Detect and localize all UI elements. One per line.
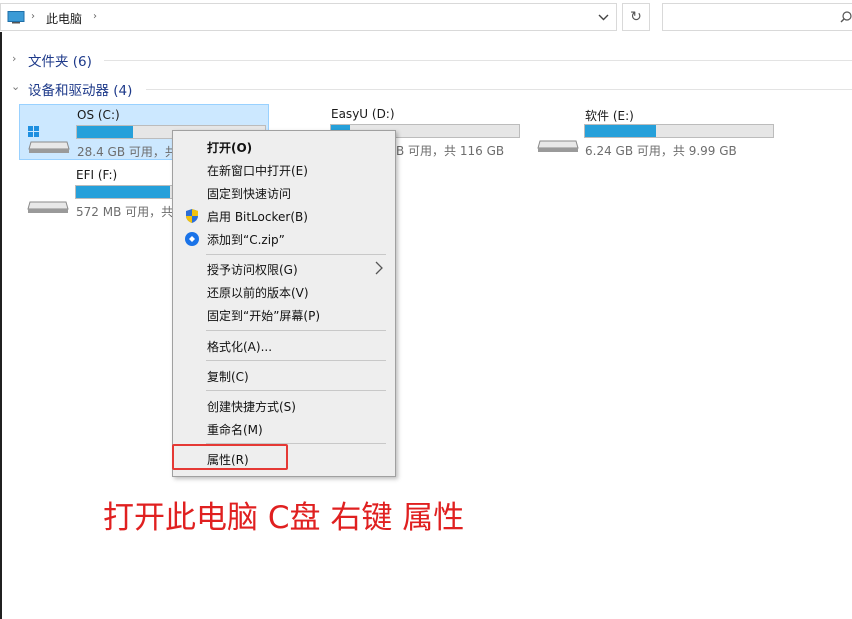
menu-item-label: 打开(O) bbox=[207, 140, 253, 155]
menu-item-label: 在新窗口中打开(E) bbox=[207, 163, 308, 178]
drive-free-space: 28.4 GB 可用，共 bbox=[77, 145, 177, 159]
breadcrumb-this-pc[interactable]: 此电脑 bbox=[46, 10, 82, 27]
menu-item-label: 重命名(M) bbox=[207, 422, 263, 437]
refresh-button[interactable]: ↻ bbox=[622, 3, 650, 31]
folders-group-toggle[interactable]: › bbox=[12, 51, 16, 65]
drive-tile-e[interactable]: 软件 (E:) 6.24 GB 可用，共 9.99 GB bbox=[529, 104, 779, 160]
menu-item-give-access[interactable]: 授予访问权限(G) bbox=[174, 258, 392, 280]
menu-item-rename[interactable]: 重命名(M) bbox=[174, 418, 392, 440]
group-divider bbox=[146, 89, 852, 90]
menu-separator bbox=[206, 330, 386, 331]
menu-item-label: 还原以前的版本(V) bbox=[207, 285, 309, 300]
menu-item-label: 添加到“C.zip” bbox=[207, 232, 285, 247]
menu-item-copy[interactable]: 复制(C) bbox=[174, 365, 392, 387]
menu-item-label: 创建快捷方式(S) bbox=[207, 399, 296, 414]
search-input[interactable] bbox=[662, 3, 852, 31]
drive-free-space: B 可用，共 116 GB bbox=[396, 144, 505, 158]
breadcrumb-separator[interactable]: › bbox=[93, 11, 97, 22]
drive-usage-fill bbox=[77, 126, 134, 138]
drive-icon bbox=[537, 140, 579, 152]
this-pc-icon bbox=[7, 11, 25, 24]
drive-free-space: 6.24 GB 可用，共 9.99 GB bbox=[585, 144, 737, 158]
menu-item-open[interactable]: 打开(O) bbox=[174, 136, 392, 158]
menu-item-create-shortcut[interactable]: 创建快捷方式(S) bbox=[174, 395, 392, 417]
window-left-edge bbox=[0, 32, 2, 619]
address-bar[interactable]: › 此电脑 › bbox=[0, 3, 617, 31]
chevron-down-icon[interactable] bbox=[598, 13, 609, 22]
drive-usage-fill bbox=[585, 125, 657, 137]
drive-name: EFI (F:) bbox=[76, 168, 118, 182]
menu-separator bbox=[206, 254, 386, 255]
drive-usage-fill bbox=[76, 186, 170, 198]
context-menu: 打开(O) 在新窗口中打开(E) 固定到快速访问 启用 BitLocker(B)… bbox=[172, 130, 396, 477]
menu-item-label: 启用 BitLocker(B) bbox=[207, 209, 308, 224]
menu-item-label: 复制(C) bbox=[207, 369, 249, 384]
menu-item-label: 授予访问权限(G) bbox=[207, 262, 298, 277]
compress-app-icon bbox=[185, 232, 199, 246]
system-drive-icon bbox=[28, 126, 70, 153]
menu-item-label: 格式化(A)... bbox=[207, 339, 273, 354]
shield-icon bbox=[186, 209, 198, 223]
drives-group-toggle[interactable]: ⌄ bbox=[11, 79, 20, 93]
menu-item-restore-versions[interactable]: 还原以前的版本(V) bbox=[174, 281, 392, 303]
drive-usage-bar bbox=[584, 124, 774, 138]
menu-item-open-new-window[interactable]: 在新窗口中打开(E) bbox=[174, 159, 392, 181]
group-divider bbox=[104, 60, 852, 61]
refresh-icon: ↻ bbox=[630, 9, 642, 25]
menu-separator bbox=[206, 360, 386, 361]
menu-item-label: 固定到“开始”屏幕(P) bbox=[207, 308, 321, 323]
drive-name: EasyU (D:) bbox=[331, 107, 395, 121]
menu-separator bbox=[206, 390, 386, 391]
chevron-right-icon: › bbox=[12, 52, 17, 65]
drive-name: 软件 (E:) bbox=[585, 109, 634, 123]
menu-item-pin-quick-access[interactable]: 固定到快速访问 bbox=[174, 182, 392, 204]
group-header-folders[interactable]: 文件夹 (6) bbox=[28, 50, 92, 70]
search-icon bbox=[840, 11, 852, 23]
annotation-text: 打开此电脑 C盘 右键 属性 bbox=[103, 500, 465, 536]
drive-free-space: 572 MB 可用，共 bbox=[76, 205, 174, 219]
drive-icon bbox=[27, 201, 69, 213]
group-header-drives[interactable]: 设备和驱动器 (4) bbox=[28, 79, 132, 99]
breadcrumb-separator: › bbox=[31, 11, 35, 22]
chevron-down-icon: ⌄ bbox=[11, 80, 21, 93]
menu-item-format[interactable]: 格式化(A)... bbox=[174, 335, 392, 357]
menu-item-add-to-zip[interactable]: 添加到“C.zip” bbox=[174, 228, 392, 250]
highlight-box bbox=[172, 444, 288, 470]
menu-item-bitlocker[interactable]: 启用 BitLocker(B) bbox=[174, 205, 392, 227]
chevron-right-icon bbox=[375, 261, 383, 275]
menu-item-pin-start[interactable]: 固定到“开始”屏幕(P) bbox=[174, 304, 392, 326]
menu-item-label: 固定到快速访问 bbox=[207, 186, 292, 201]
drive-name: OS (C:) bbox=[77, 108, 120, 122]
